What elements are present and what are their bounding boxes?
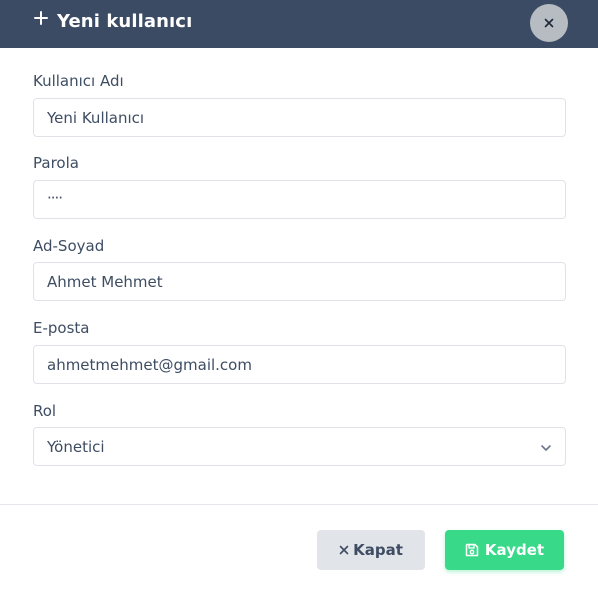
close-icon (544, 18, 554, 28)
close-button-label: Kapat (353, 541, 403, 559)
chevron-down-icon (541, 445, 551, 451)
modal-header: Yeni kullanıcı (0, 0, 598, 48)
email-value: ahmetmehmet@gmail.com (47, 356, 252, 374)
password-value: ···· (47, 189, 63, 207)
close-button[interactable] (530, 4, 568, 42)
new-user-modal: Yeni kullanıcı Kullanıcı Adı Yeni Kullan… (0, 0, 598, 591)
role-label: Rol (33, 402, 57, 420)
email-field[interactable]: ahmetmehmet@gmail.com (33, 345, 566, 384)
save-icon (465, 543, 479, 557)
modal-body: Kullanıcı Adı Yeni Kullanıcı Parola ····… (0, 48, 598, 505)
role-value: Yönetici (47, 438, 105, 456)
fullname-value: Ahmet Mehmet (47, 273, 163, 291)
close-modal-button[interactable]: Kapat (317, 530, 425, 570)
modal-title: Yeni kullanıcı (57, 11, 193, 32)
email-label: E-posta (33, 319, 90, 337)
save-button-label: Kaydet (484, 541, 545, 559)
fullname-label: Ad-Soyad (33, 237, 105, 255)
username-label: Kullanıcı Adı (33, 72, 124, 90)
save-button[interactable]: Kaydet (445, 530, 564, 570)
username-field[interactable]: Yeni Kullanıcı (33, 98, 566, 137)
username-value: Yeni Kullanıcı (47, 109, 145, 127)
role-select[interactable]: Yönetici (33, 427, 566, 466)
password-field[interactable]: ···· (33, 180, 566, 219)
fullname-field[interactable]: Ahmet Mehmet (33, 262, 566, 301)
plus-icon (34, 11, 48, 25)
close-icon (339, 545, 349, 555)
password-label: Parola (33, 154, 79, 172)
